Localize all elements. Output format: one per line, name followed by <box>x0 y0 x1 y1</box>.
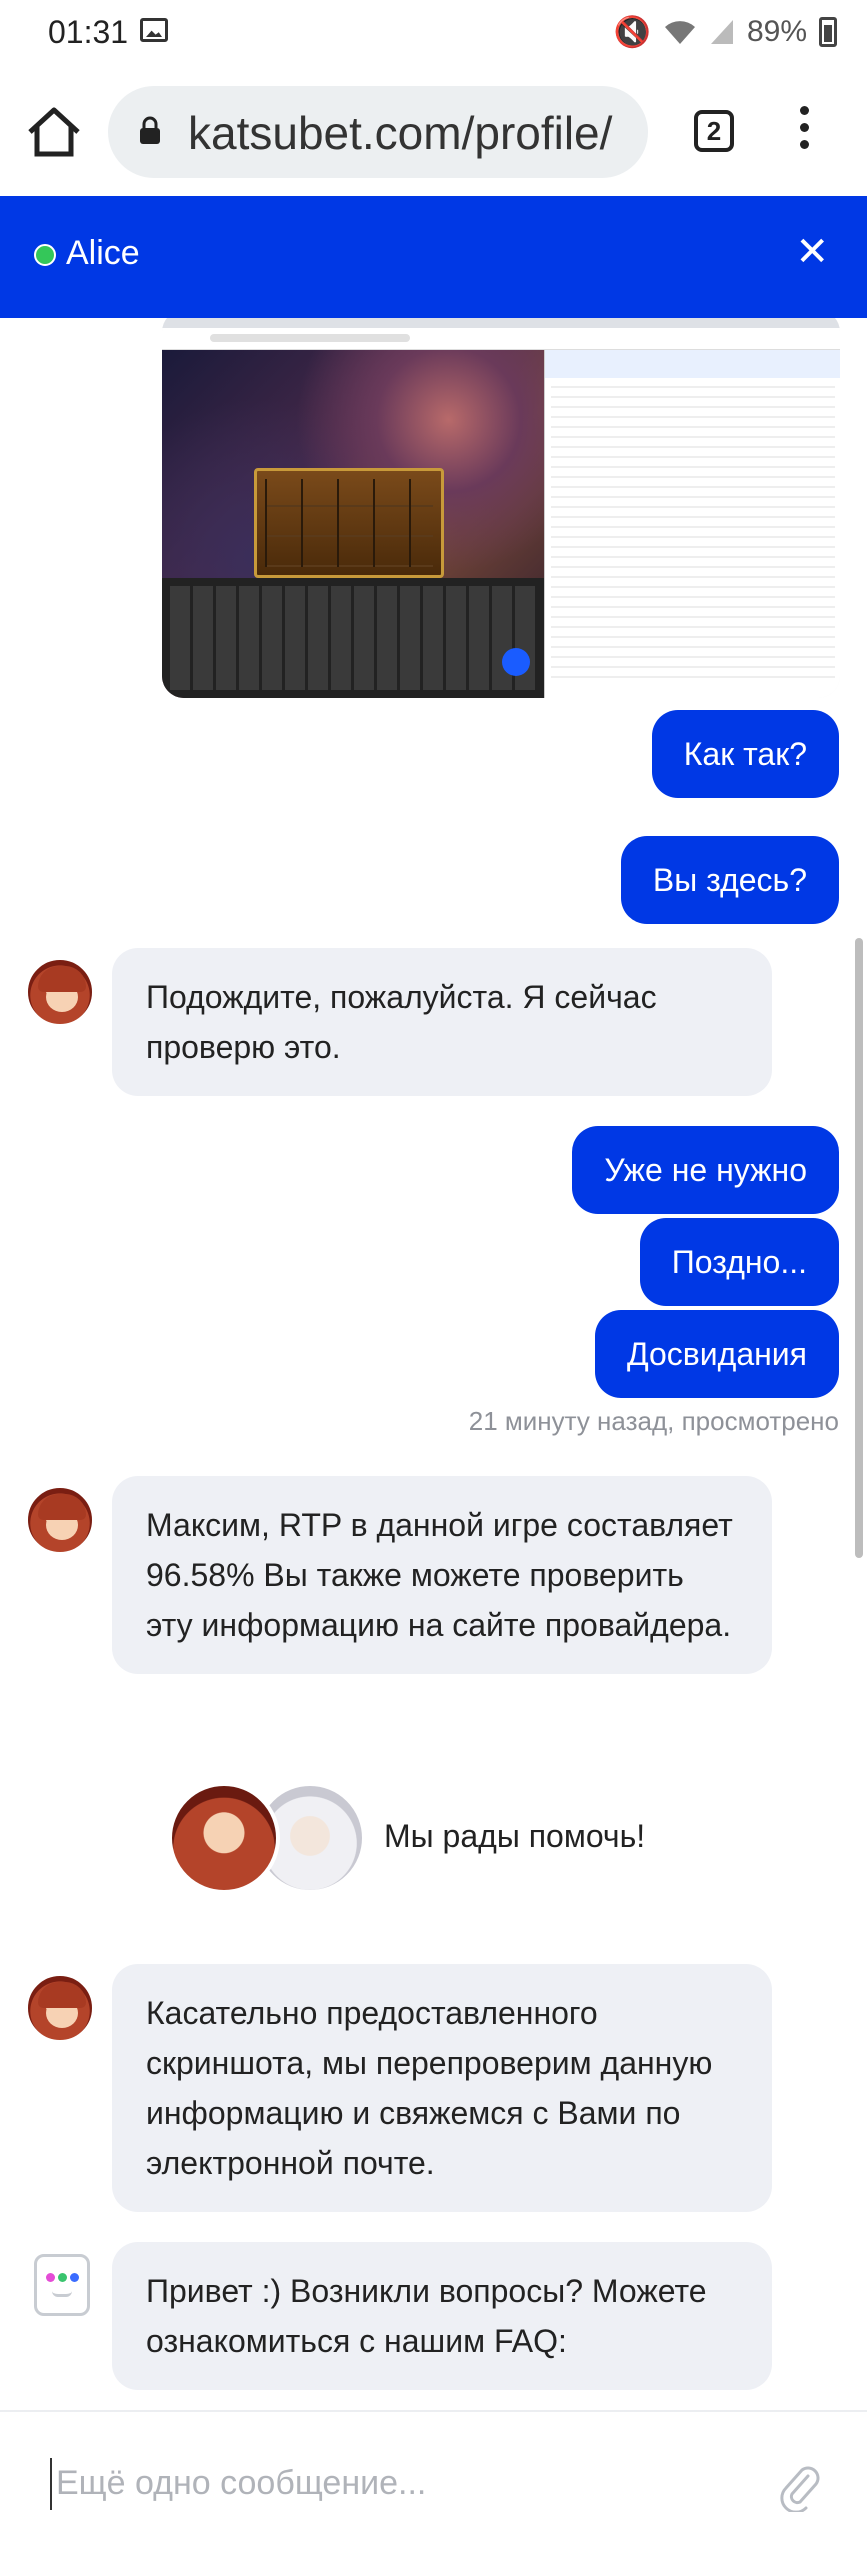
screenshot-tab-bar <box>162 318 840 328</box>
lock-icon <box>140 116 160 144</box>
screenshot-devtools-panel <box>544 350 840 698</box>
message-outgoing: Поздно... <box>639 1218 839 1306</box>
wifi-icon <box>664 21 695 44</box>
message-outgoing: Вы здесь? <box>620 836 839 924</box>
gallery-icon <box>140 18 168 42</box>
message-timestamp: 21 минуту назад, просмотрено <box>468 1406 839 1436</box>
message-incoming: Касательно предоставленного скриншота, м… <box>112 1964 772 2212</box>
chat-header: Alice ✕ <box>0 196 867 318</box>
message-incoming: Максим, RTP в данной игре составляет 96.… <box>112 1476 772 1674</box>
message-incoming-bot: Привет :) Возникли вопросы? Можете ознак… <box>112 2242 772 2390</box>
online-status-icon <box>34 244 56 266</box>
chat-messages[interactable]: Как так? Вы здесь? Подождите, пожалуйста… <box>0 318 867 2410</box>
screenshot-slot-reels <box>254 468 444 578</box>
message-input[interactable]: Ещё одно сообщение... <box>50 2458 730 2510</box>
url-bar[interactable]: katsubet.com/profile/ <box>108 86 648 178</box>
agent-avatar <box>26 958 94 1026</box>
more-menu-icon[interactable] <box>794 106 814 156</box>
screenshot-onscreen-keyboard <box>162 578 544 698</box>
url-text: katsubet.com/profile/ <box>188 107 613 159</box>
paperclip-icon[interactable] <box>778 2462 822 2512</box>
agent-avatar <box>26 1974 94 2042</box>
agent-avatar <box>26 1486 94 1554</box>
chat-scrollbar[interactable] <box>855 938 863 1558</box>
agent-name: Alice <box>66 234 140 272</box>
attached-screenshot-image[interactable] <box>162 318 840 698</box>
support-team-avatars <box>168 1782 368 1902</box>
battery-icon <box>819 17 837 47</box>
home-icon[interactable] <box>26 106 82 158</box>
close-chat-button[interactable]: ✕ <box>795 232 829 272</box>
message-outgoing: Как так? <box>651 710 839 798</box>
mute-icon: 🔇 <box>613 15 651 49</box>
screenshot-address-bar <box>162 328 840 350</box>
message-incoming: Подождите, пожалуйста. Я сейчас проверю … <box>112 948 772 1096</box>
team-greeting: Мы рады помочь! <box>384 1818 646 1854</box>
signal-icon <box>710 20 733 44</box>
screenshot-chat-icon <box>502 648 530 676</box>
bot-avatar-icon <box>34 2254 90 2316</box>
status-time: 01:31 <box>48 14 129 50</box>
status-icons: 🔇 89% <box>614 12 837 52</box>
message-outgoing: Уже не нужно <box>572 1126 839 1214</box>
status-bar: 01:31 🔇 89% <box>0 0 867 66</box>
message-outgoing: Досвидания <box>594 1310 839 1398</box>
chat-page: 01:31 🔇 89% katsubet.com/profile/ 2 Alic… <box>0 0 867 2560</box>
team-avatar <box>168 1782 280 1894</box>
battery-percent: 89% <box>746 15 807 48</box>
message-composer: Ещё одно сообщение... <box>0 2410 867 2560</box>
tabs-button[interactable]: 2 <box>694 110 734 152</box>
browser-toolbar: katsubet.com/profile/ 2 <box>0 66 867 196</box>
